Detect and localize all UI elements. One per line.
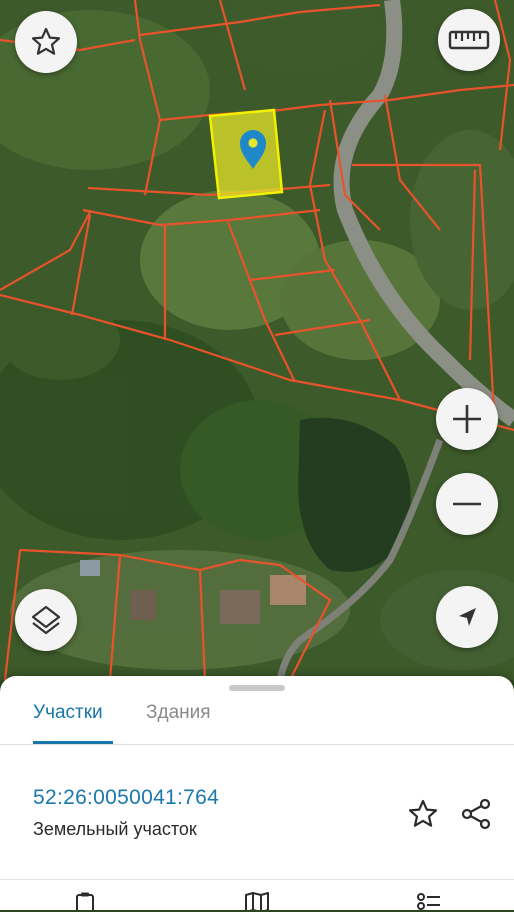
share-button[interactable] [456,794,496,834]
favorite-button[interactable] [15,11,77,73]
map-icon [245,892,269,910]
nav-clipboard[interactable] [70,892,100,912]
map-canvas[interactable] [0,0,514,681]
sheet-drag-handle[interactable] [229,685,285,691]
clipboard-icon [76,892,94,910]
bottom-nav-divider [0,879,514,880]
nav-list[interactable] [414,892,444,912]
star-icon [408,799,438,827]
locate-button[interactable] [436,586,498,648]
ruler-icon [448,30,490,50]
tabs-divider [0,744,514,745]
nav-map[interactable] [242,892,272,912]
zoom-out-button[interactable] [436,473,498,535]
zoom-in-button[interactable] [436,388,498,450]
tab-buildings[interactable]: Здания [146,702,211,724]
layers-button[interactable] [15,589,77,651]
parcel-favorite-button[interactable] [403,794,443,834]
minus-icon [453,502,481,506]
layers-icon [31,605,61,635]
ruler-button[interactable] [438,9,500,71]
bottom-sheet[interactable]: Участки Здания 52:26:0050041:764 Земельн… [0,676,514,910]
satellite-map[interactable] [0,0,514,681]
location-arrow-icon [459,608,476,626]
share-icon [461,798,491,830]
tab-parcels[interactable]: Участки [33,702,103,724]
parcel-type-label: Земельный участок [33,819,197,839]
star-icon [31,27,61,55]
plus-icon [453,405,481,433]
cadastral-number-link[interactable]: 52:26:0050041:764 [33,786,219,810]
list-icon [417,893,440,910]
